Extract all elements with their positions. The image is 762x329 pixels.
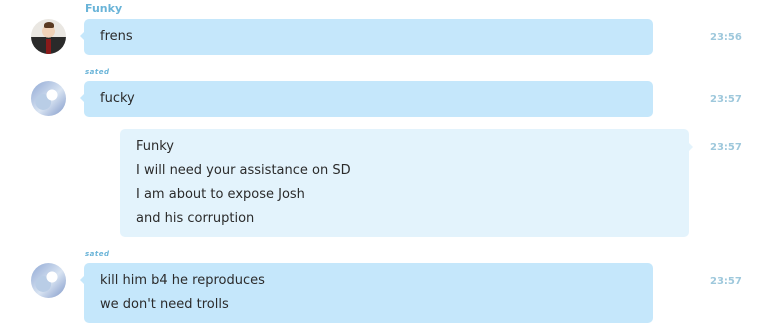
chat-history: Funky frens 23:56 sated fucky 23:57 Funk… xyxy=(0,0,762,329)
message-text: frens xyxy=(100,29,133,44)
message-text: I will need your assistance on SD xyxy=(136,163,351,178)
message-bubble: Funky I will need your assistance on SD … xyxy=(120,129,693,237)
sender-name: sated xyxy=(85,68,110,76)
message-text: Funky xyxy=(136,139,175,154)
message-timestamp: 23:57 xyxy=(710,94,742,105)
message-timestamp: 23:57 xyxy=(710,142,742,153)
avatar[interactable] xyxy=(31,263,66,298)
avatar[interactable] xyxy=(31,19,66,54)
message-text: and his corruption xyxy=(136,211,255,226)
message-text: we don't need trolls xyxy=(100,297,229,312)
message-text: kill him b4 he reproduces xyxy=(100,273,265,288)
message-bubble: frens xyxy=(80,19,653,55)
sender-name: Funky xyxy=(85,2,123,15)
message-timestamp: 23:57 xyxy=(710,276,742,287)
message-text: I am about to expose Josh xyxy=(136,187,305,202)
message-bubble: fucky xyxy=(80,81,653,117)
sender-name: sated xyxy=(85,250,110,258)
message-text: fucky xyxy=(100,91,135,106)
message-bubble: kill him b4 he reproduces we don't need … xyxy=(80,263,653,323)
message-timestamp: 23:56 xyxy=(710,32,742,43)
avatar[interactable] xyxy=(31,81,66,116)
